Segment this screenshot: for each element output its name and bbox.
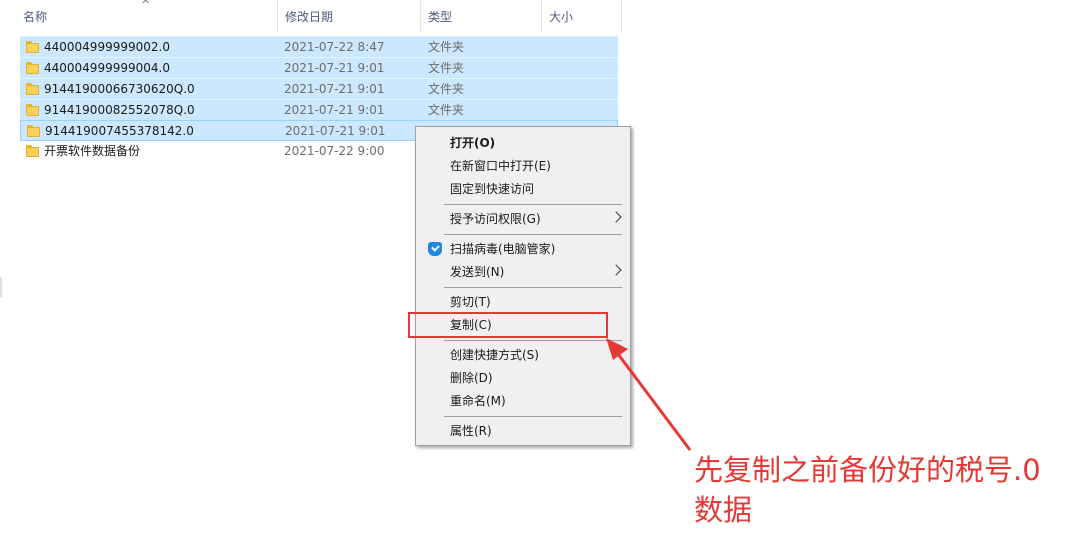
menu-item-rename[interactable]: 重命名(M) [416, 390, 630, 412]
column-header-date[interactable]: 修改日期 [277, 0, 420, 32]
menu-item-scan-virus-label: 扫描病毒(电脑管家) [450, 242, 556, 256]
menu-separator [444, 234, 622, 235]
menu-item-properties[interactable]: 属性(R) [416, 420, 630, 442]
menu-separator [444, 340, 622, 341]
column-header-type[interactable]: 类型 [420, 0, 541, 32]
file-name: 914419007455378142.0 [45, 124, 194, 138]
folder-icon [26, 62, 39, 74]
chevron-right-icon [610, 264, 622, 276]
annotation-line-1: 先复制之前备份好的税号.0 [694, 453, 1041, 487]
file-type: 文件夹 [428, 82, 465, 96]
column-header-bar: 名称 ^ 修改日期 类型 大小 [0, 0, 622, 32]
file-name: 440004999999004.0 [44, 61, 170, 75]
annotation-text: 先复制之前备份好的税号.0 数据 [694, 450, 1054, 530]
file-date: 2021-07-21 9:01 [284, 103, 385, 117]
sort-ascending-icon: ^ [141, 0, 151, 11]
menu-item-create-shortcut[interactable]: 创建快捷方式(S) [416, 344, 630, 366]
context-menu: 打开(O) 在新窗口中打开(E) 固定到快速访问 授予访问权限(G) 扫描病毒(… [415, 126, 631, 446]
file-date: 2021-07-22 9:00 [284, 144, 385, 158]
file-row[interactable]: 91441900066730620Q.0 2021-07-21 9:01 文件夹 [20, 78, 618, 99]
menu-item-send-to-label: 发送到(N) [450, 265, 505, 279]
menu-item-pin-quick-access[interactable]: 固定到快速访问 [416, 178, 630, 200]
menu-separator [444, 287, 622, 288]
file-name: 91441900066730620Q.0 [44, 82, 195, 96]
column-header-name-label: 名称 [23, 10, 48, 24]
scroll-edge [0, 277, 2, 297]
folder-icon [26, 41, 39, 53]
file-type: 文件夹 [428, 61, 465, 75]
column-header-size-label: 大小 [549, 10, 574, 24]
shield-icon [428, 242, 442, 256]
file-name: 开票软件数据备份 [44, 144, 141, 158]
folder-icon [26, 83, 39, 95]
column-header-type-label: 类型 [428, 10, 453, 24]
menu-separator [444, 416, 622, 417]
menu-separator [444, 204, 622, 205]
menu-item-scan-virus[interactable]: 扫描病毒(电脑管家) [416, 238, 630, 260]
menu-item-open[interactable]: 打开(O) [416, 132, 630, 154]
folder-icon [27, 125, 40, 137]
file-name: 91441900082552078Q.0 [44, 103, 195, 117]
column-header-size[interactable]: 大小 [541, 0, 622, 32]
file-type: 文件夹 [428, 40, 465, 54]
file-row[interactable]: 440004999999004.0 2021-07-21 9:01 文件夹 [20, 57, 618, 78]
menu-item-grant-access-label: 授予访问权限(G) [450, 212, 541, 226]
folder-icon [26, 145, 39, 157]
chevron-right-icon [610, 211, 622, 223]
column-header-date-label: 修改日期 [285, 10, 334, 24]
column-header-name[interactable]: 名称 ^ [0, 0, 277, 32]
file-type: 文件夹 [428, 103, 465, 117]
annotation-line-2: 数据 [694, 493, 753, 527]
file-date: 2021-07-21 9:01 [284, 82, 385, 96]
file-date: 2021-07-22 8:47 [284, 40, 385, 54]
folder-icon [26, 104, 39, 116]
menu-item-delete[interactable]: 删除(D) [416, 367, 630, 389]
file-date: 2021-07-21 9:01 [284, 61, 385, 75]
menu-item-open-new-window[interactable]: 在新窗口中打开(E) [416, 155, 630, 177]
menu-item-cut[interactable]: 剪切(T) [416, 291, 630, 313]
file-name: 440004999999002.0 [44, 40, 170, 54]
menu-item-grant-access[interactable]: 授予访问权限(G) [416, 208, 630, 230]
menu-item-send-to[interactable]: 发送到(N) [416, 261, 630, 283]
file-row[interactable]: 91441900082552078Q.0 2021-07-21 9:01 文件夹 [20, 99, 618, 120]
file-row[interactable]: 440004999999002.0 2021-07-22 8:47 文件夹 [20, 36, 618, 57]
file-date: 2021-07-21 9:01 [285, 124, 386, 138]
copy-highlight-box [408, 312, 608, 338]
